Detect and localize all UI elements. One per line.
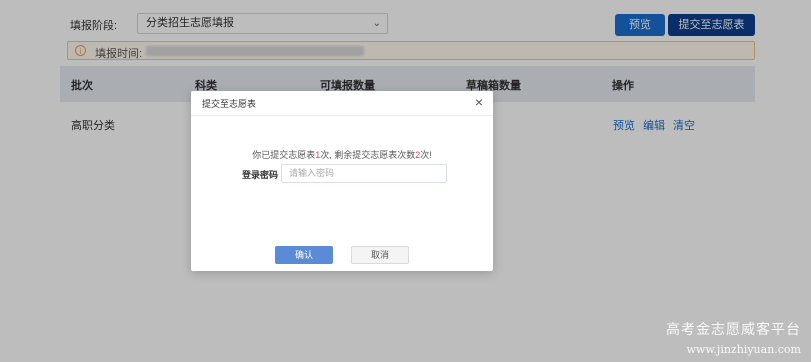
message-mid: 次, 剩余提交志愿表次数 [320, 150, 416, 160]
submit-count-message: 你已提交志愿表1次, 剩余提交志愿表次数2次! [191, 148, 493, 161]
watermark-title: 高考金志愿威客平台 [666, 322, 801, 338]
message-prefix: 你已提交志愿表 [252, 150, 316, 160]
message-suffix: 次! [420, 150, 432, 160]
confirm-button[interactable]: 确认 [275, 246, 333, 264]
cancel-button[interactable]: 取消 [351, 246, 409, 264]
close-icon[interactable]: × [475, 94, 483, 110]
password-label: 登录密码 [242, 170, 279, 180]
password-input[interactable]: 请输入密码 [281, 164, 447, 183]
dialog-header: 提交至志愿表 × [191, 91, 493, 116]
watermark: 高考金志愿威客平台 www.jinzhiyuan.com [666, 319, 801, 356]
submit-dialog: 提交至志愿表 × 你已提交志愿表1次, 剩余提交志愿表次数2次! 登录密码 请输… [191, 91, 493, 271]
watermark-url: www.jinzhiyuan.com [686, 343, 801, 356]
dialog-title: 提交至志愿表 [202, 99, 257, 109]
